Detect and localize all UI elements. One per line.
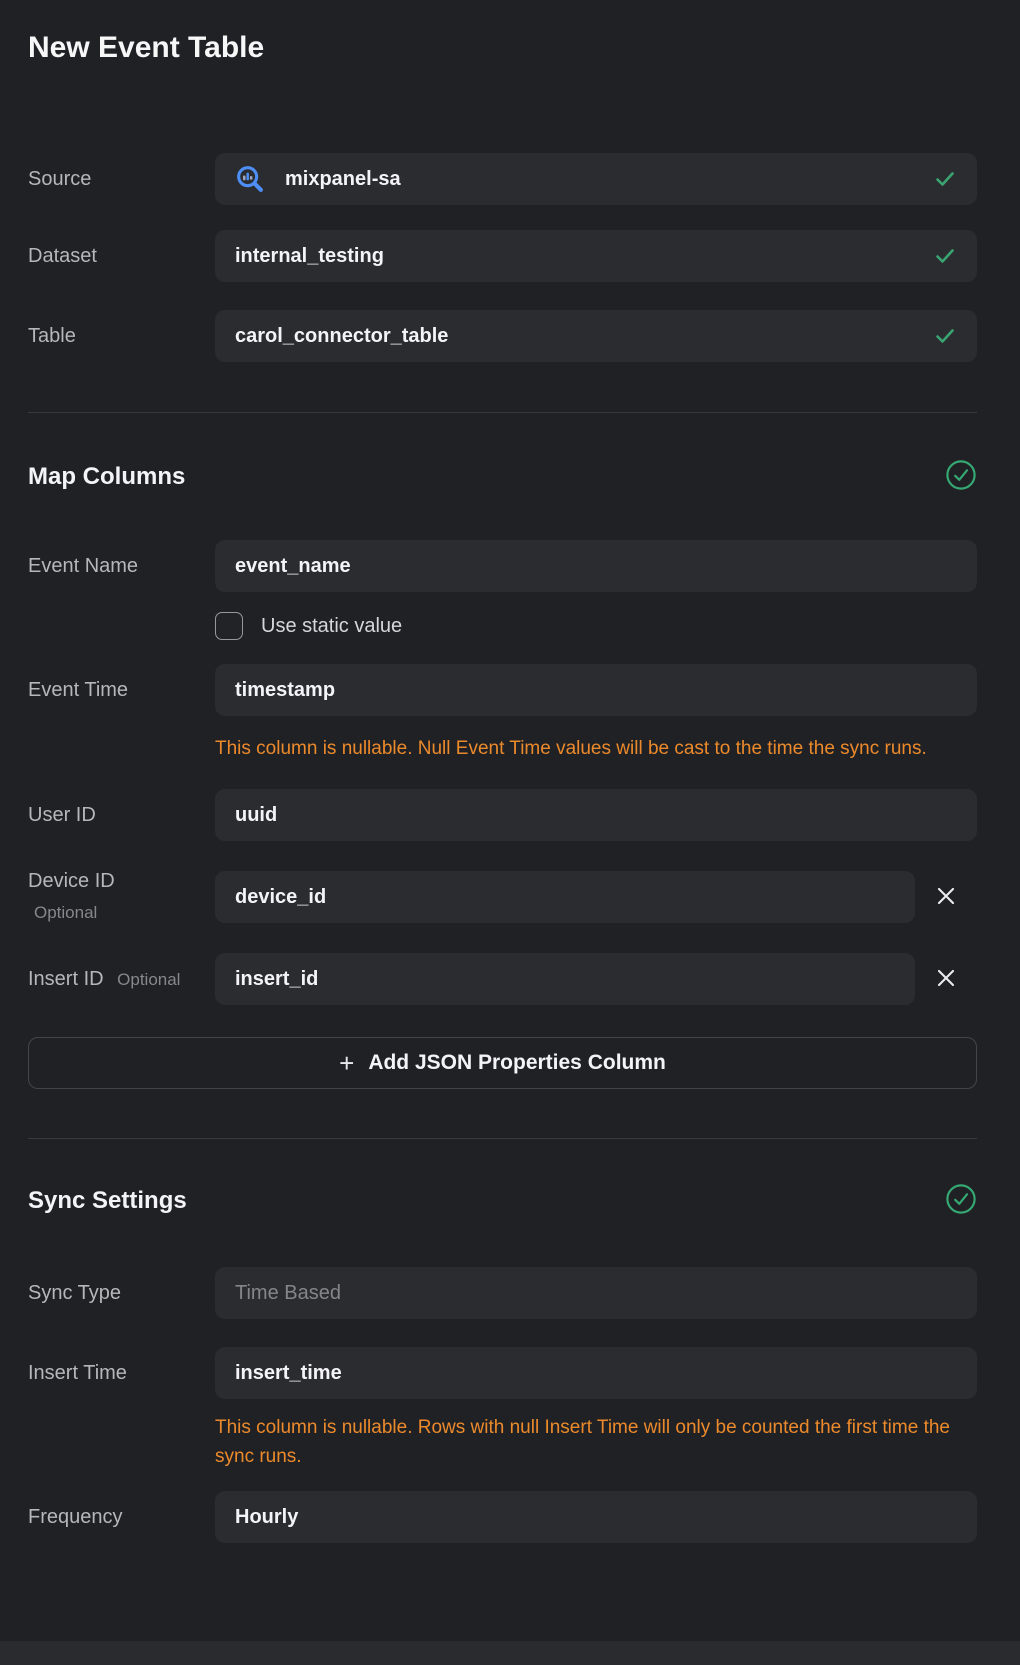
event-name-value: event_name [235,555,351,578]
dataset-label: Dataset [28,243,215,269]
add-json-properties-label: Add JSON Properties Column [368,1051,666,1075]
source-label: Source [28,166,215,192]
green-check-icon [933,167,957,191]
map-columns-title: Map Columns [28,463,185,491]
use-static-value-label: Use static value [261,615,402,638]
source-field[interactable]: mixpanel-sa [215,153,977,205]
section-divider [28,1138,977,1139]
plus-icon: + [339,1050,354,1076]
event-name-field[interactable]: event_name [215,540,977,592]
event-time-warning: This column is nullable. Null Event Time… [215,734,960,763]
green-check-icon [933,324,957,348]
insert-id-label: Insert ID Optional [28,966,215,993]
x-close-icon [935,967,957,992]
green-check-icon [933,244,957,268]
event-time-label: Event Time [28,677,215,703]
table-row: Table carol_connector_table [28,310,977,362]
user-id-row: User ID uuid [28,789,977,841]
sync-type-field: Time Based [215,1267,977,1319]
sync-type-value: Time Based [235,1282,341,1305]
green-circle-check-icon [945,1183,977,1220]
page-title: New Event Table [28,33,977,63]
dataset-value: internal_testing [235,245,384,268]
user-id-value: uuid [235,804,277,827]
dataset-field[interactable]: internal_testing [215,230,977,282]
table-value: carol_connector_table [235,325,448,348]
green-circle-check-icon [945,459,977,496]
insert-id-remove-button[interactable] [915,967,977,992]
user-id-label: User ID [28,802,215,828]
device-id-remove-button[interactable] [915,885,977,910]
table-label: Table [28,323,215,349]
insert-id-field-group: insert_id [215,953,977,1005]
device-id-field-group: device_id [215,871,977,923]
sync-settings-title: Sync Settings [28,1187,187,1215]
footer-strip [0,1641,1020,1665]
source-value: mixpanel-sa [285,168,401,191]
device-id-label: Device ID Optional [28,868,215,926]
table-field[interactable]: carol_connector_table [215,310,977,362]
event-time-field[interactable]: timestamp [215,664,977,716]
frequency-field[interactable]: Hourly [215,1491,977,1543]
insert-id-label-text: Insert ID [28,968,104,990]
add-json-properties-button[interactable]: + Add JSON Properties Column [28,1037,977,1089]
frequency-value: Hourly [235,1506,298,1529]
event-time-value: timestamp [235,679,335,702]
insert-id-row: Insert ID Optional insert_id [28,953,977,1005]
source-row: Source mixpanel-sa [28,153,977,205]
device-id-row: Device ID Optional device_id [28,868,977,926]
insert-time-warning: This column is nullable. Rows with null … [215,1413,960,1471]
insert-time-value: insert_time [235,1362,342,1385]
insert-id-field[interactable]: insert_id [215,953,915,1005]
insert-time-field[interactable]: insert_time [215,1347,977,1399]
frequency-label: Frequency [28,1504,215,1530]
device-id-field[interactable]: device_id [215,871,915,923]
insert-time-label: Insert Time [28,1360,215,1386]
new-event-table-panel: New Event Table Source mixpanel-sa Datas… [0,33,1020,1543]
event-name-label: Event Name [28,553,215,579]
bigquery-magnifier-icon [235,164,265,194]
insert-id-optional-label: Optional [117,970,180,989]
device-id-optional-label: Optional [28,900,215,926]
frequency-row: Frequency Hourly [28,1491,977,1543]
event-name-row: Event Name event_name [28,540,977,592]
sync-type-label: Sync Type [28,1280,215,1306]
static-value-row: Use static value [215,612,977,640]
device-id-label-text: Device ID [28,870,115,892]
sync-type-row: Sync Type Time Based [28,1267,977,1319]
section-divider [28,412,977,413]
device-id-value: device_id [235,886,326,909]
sync-settings-header: Sync Settings [28,1184,977,1218]
insert-time-row: Insert Time insert_time [28,1347,977,1399]
event-time-row: Event Time timestamp [28,664,977,716]
user-id-field[interactable]: uuid [215,789,977,841]
dataset-row: Dataset internal_testing [28,230,977,282]
map-columns-header: Map Columns [28,460,977,494]
insert-id-value: insert_id [235,968,318,991]
x-close-icon [935,885,957,910]
use-static-value-checkbox[interactable] [215,612,243,640]
